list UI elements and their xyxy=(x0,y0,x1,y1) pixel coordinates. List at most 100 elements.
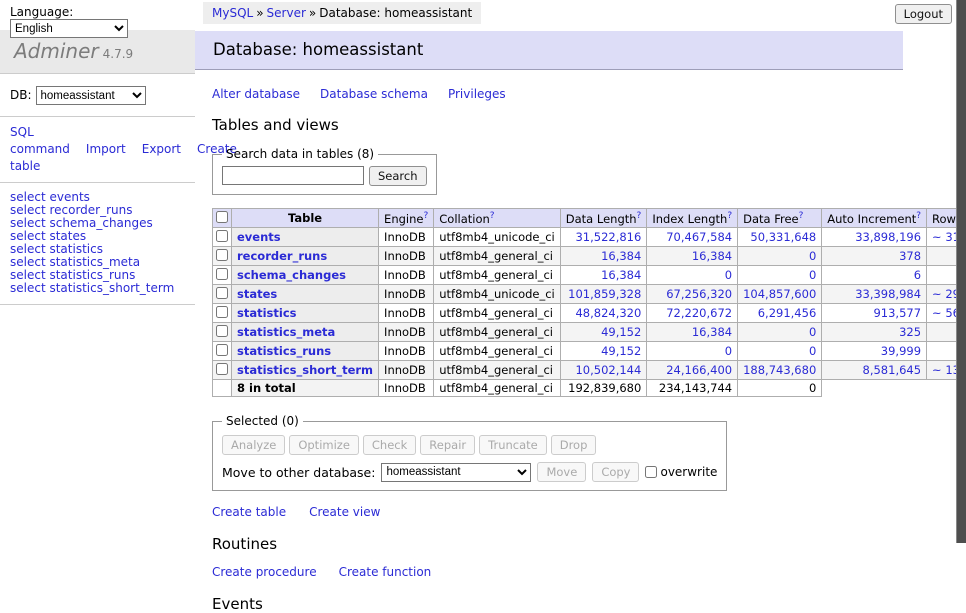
data-free-link[interactable]: 188,743,680 xyxy=(743,363,816,377)
truncate-button[interactable]: Truncate xyxy=(479,435,547,455)
row-checkbox[interactable] xyxy=(216,268,228,280)
check-button[interactable]: Check xyxy=(363,435,416,455)
analyze-button[interactable]: Analyze xyxy=(222,435,285,455)
collation-cell: utf8mb4_unicode_ci xyxy=(434,285,561,304)
data-length-link[interactable]: 16,384 xyxy=(601,249,641,263)
table-link-states[interactable]: states xyxy=(237,287,277,301)
row-checkbox[interactable] xyxy=(216,306,228,318)
row-checkbox[interactable] xyxy=(216,249,228,261)
table-link-recorder-runs[interactable]: recorder_runs xyxy=(237,249,327,263)
help-link[interactable]: ? xyxy=(727,211,732,221)
auto-increment-link[interactable]: 913,577 xyxy=(873,306,921,320)
help-link[interactable]: ? xyxy=(637,211,642,221)
auto-increment-link[interactable]: 378 xyxy=(899,249,921,263)
database-schema-link[interactable]: Database schema xyxy=(320,87,428,101)
collation-cell: utf8mb4_general_ci xyxy=(434,247,561,266)
sidebar-item-select-statistics-short-term[interactable]: select statistics_short_term xyxy=(10,282,195,295)
vertical-scrollbar[interactable] xyxy=(956,0,966,543)
data-free-link[interactable]: 0 xyxy=(809,325,816,339)
copy-button[interactable]: Copy xyxy=(592,462,639,482)
data-free-link[interactable]: 0 xyxy=(809,268,816,282)
app-logo: Adminer xyxy=(14,39,99,63)
index-length-link[interactable]: 72,220,672 xyxy=(666,306,732,320)
table-link-statistics-meta[interactable]: statistics_meta xyxy=(237,325,335,339)
auto-increment-link[interactable]: 33,398,984 xyxy=(855,287,921,301)
data-free-link[interactable]: 50,331,648 xyxy=(750,230,816,244)
sql-command-link[interactable]: SQL command xyxy=(10,125,70,156)
index-length-link[interactable]: 16,384 xyxy=(692,325,732,339)
search-button[interactable]: Search xyxy=(369,166,427,186)
data-length-link[interactable]: 49,152 xyxy=(601,344,641,358)
auto-increment-link[interactable]: 33,898,196 xyxy=(855,230,921,244)
import-link[interactable]: Import xyxy=(86,142,126,156)
help-link[interactable]: ? xyxy=(423,211,428,221)
data-free-link[interactable]: 6,291,456 xyxy=(758,306,817,320)
data-free-link[interactable]: 104,857,600 xyxy=(743,287,816,301)
db-select[interactable]: homeassistant xyxy=(36,86,146,105)
breadcrumb-current: Database: homeassistant xyxy=(319,6,472,20)
auto-increment-link[interactable]: 8,581,645 xyxy=(863,363,922,377)
overwrite-checkbox[interactable] xyxy=(645,466,657,478)
privileges-link[interactable]: Privileges xyxy=(448,87,506,101)
data-free-link[interactable]: 0 xyxy=(809,344,816,358)
data-length-link[interactable]: 10,502,144 xyxy=(575,363,641,377)
alter-database-link[interactable]: Alter database xyxy=(212,87,300,101)
logout-button[interactable]: Logout xyxy=(895,4,952,24)
create-table-link[interactable]: Create table xyxy=(212,505,286,519)
table-link-events[interactable]: events xyxy=(237,230,281,244)
create-procedure-link[interactable]: Create procedure xyxy=(212,565,317,579)
engine-cell: InnoDB xyxy=(379,247,434,266)
row-checkbox[interactable] xyxy=(216,363,228,375)
table-link-statistics-short-term[interactable]: statistics_short_term xyxy=(237,363,373,377)
sidebar: Language:English Adminer4.7.9 DB:homeass… xyxy=(0,0,195,305)
data-length-link[interactable]: 16,384 xyxy=(601,268,641,282)
index-length-link[interactable]: 70,467,584 xyxy=(666,230,732,244)
table-link-statistics[interactable]: statistics xyxy=(237,306,297,320)
breadcrumb-server-link[interactable]: Server xyxy=(267,6,306,20)
sidebar-table-list: select events select recorder_runs selec… xyxy=(0,183,195,304)
data-length-link[interactable]: 101,859,328 xyxy=(568,287,641,301)
optimize-button[interactable]: Optimize xyxy=(289,435,359,455)
index-length-link[interactable]: 16,384 xyxy=(692,249,732,263)
engine-cell: InnoDB xyxy=(379,285,434,304)
index-length-link[interactable]: 0 xyxy=(725,268,732,282)
breadcrumb-separator: » xyxy=(256,6,263,20)
table-row: statistics_runs InnoDB utf8mb4_general_c… xyxy=(213,342,966,361)
move-database-select[interactable]: homeassistant xyxy=(381,463,531,482)
data-length-link[interactable]: 49,152 xyxy=(601,325,641,339)
row-checkbox[interactable] xyxy=(216,287,228,299)
column-header-data-length: Data Length? xyxy=(560,209,647,228)
move-button[interactable]: Move xyxy=(537,462,586,482)
data-free-link[interactable]: 0 xyxy=(809,249,816,263)
index-length-link[interactable]: 24,166,400 xyxy=(666,363,732,377)
events-heading: Events xyxy=(212,595,956,613)
data-length-link[interactable]: 48,824,320 xyxy=(575,306,641,320)
help-link[interactable]: ? xyxy=(490,211,495,221)
breadcrumb-mysql-link[interactable]: MySQL xyxy=(212,6,253,20)
table-link-statistics-runs[interactable]: statistics_runs xyxy=(237,344,331,358)
row-checkbox[interactable] xyxy=(216,325,228,337)
table-link-schema-changes[interactable]: schema_changes xyxy=(237,268,346,282)
repair-button[interactable]: Repair xyxy=(420,435,475,455)
row-checkbox[interactable] xyxy=(216,230,228,242)
create-view-link[interactable]: Create view xyxy=(309,505,380,519)
auto-increment-link[interactable]: 325 xyxy=(899,325,921,339)
column-header-auto-increment: Auto Increment? xyxy=(822,209,927,228)
help-link[interactable]: ? xyxy=(799,211,804,221)
index-length-link[interactable]: 67,256,320 xyxy=(666,287,732,301)
create-links: Create table Create view xyxy=(212,505,956,519)
row-checkbox[interactable] xyxy=(216,344,228,356)
auto-increment-link[interactable]: 6 xyxy=(914,268,921,282)
export-link[interactable]: Export xyxy=(142,142,181,156)
help-link[interactable]: ? xyxy=(916,211,921,221)
app-version: 4.7.9 xyxy=(103,47,134,61)
drop-button[interactable]: Drop xyxy=(551,435,597,455)
create-function-link[interactable]: Create function xyxy=(339,565,432,579)
search-input[interactable] xyxy=(222,166,364,185)
language-select[interactable]: English xyxy=(10,19,128,38)
index-length-link[interactable]: 0 xyxy=(725,344,732,358)
data-length-link[interactable]: 31,522,816 xyxy=(575,230,641,244)
auto-increment-link[interactable]: 39,999 xyxy=(881,344,921,358)
collation-cell: utf8mb4_general_ci xyxy=(434,361,561,380)
select-all-checkbox[interactable] xyxy=(216,211,228,223)
